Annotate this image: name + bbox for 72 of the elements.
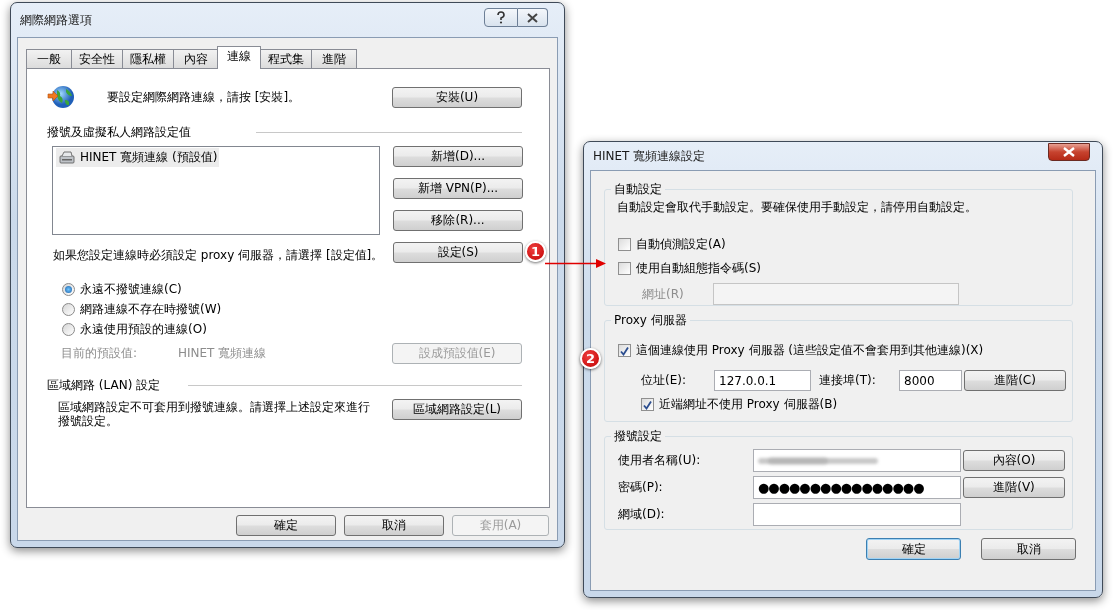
dialog-button[interactable]: 確定 [236,515,336,536]
radio-button[interactable] [62,283,75,296]
tab[interactable]: 程式集 [260,49,312,68]
dialog-button[interactable]: 取消 [344,515,444,536]
window-title: 網際網路選項 [20,11,92,29]
tab[interactable]: 進階 [311,49,357,68]
dialup-button[interactable]: 新增 VPN(P)... [393,178,523,199]
checkbox[interactable] [618,344,631,357]
auto-note: 自動設定會取代手動設定。要確保使用手動設定，請停用自動設定。 [617,199,978,216]
checkbox[interactable] [618,238,631,251]
advanced-button[interactable]: 進階(C) [964,370,1066,391]
lan-settings-button[interactable]: 區域網路設定(L) [392,399,522,420]
tab[interactable]: 內容 [173,49,219,68]
radio-label: 網路連線不存在時撥號(W) [80,301,222,318]
field-label: 密碼(P): [618,479,664,496]
section-heading: 區域網路 (LAN) 設定 [47,376,161,394]
default-label: 目前的預設值: [61,344,139,362]
close-button[interactable] [518,8,548,27]
globe-arrow-icon [47,84,75,110]
checkbox-label: 這個連線使用 Proxy 伺服器 (這些設定值不會套用到其他連線)(X) [636,342,984,359]
close-button[interactable] [1048,143,1090,161]
group-title: 自動設定 [613,181,663,198]
setup-text: 要設定網際網路連線，請按 [安裝]。 [107,88,302,106]
field-label: 網域(D): [618,506,666,523]
checkbox[interactable] [618,262,631,275]
group-title: 撥號設定 [613,428,663,445]
dialog-button[interactable]: 確定 [866,538,961,560]
address-field[interactable]: 127.0.0.1 [714,370,811,391]
field-label: 網址(R) [642,285,685,303]
help-icon [495,11,507,24]
field-label: 使用者名稱(U): [618,452,702,469]
domain-field[interactable] [753,503,961,526]
group-title: Proxy 伺服器 [613,312,688,329]
section-heading: 撥號及虛擬私人網路設定值 [47,123,191,141]
port-field[interactable]: 8000 [899,370,962,391]
lan-note: 區域網路設定不可套用到撥號連線。請選擇上述設定來進行撥號設定。 [58,400,371,428]
proxy-note: 如果您設定連線時必須設定 proxy 伺服器，請選擇 [設定值]。 [53,247,380,264]
list-item[interactable]: HINET 寬頻連線 (預設值) [56,148,220,167]
checkbox-label: 近端網址不使用 Proxy 伺服器(B) [659,396,838,413]
field-label: 位址(E): [641,372,687,389]
callout-badge: 1 [525,241,546,262]
setup-button[interactable]: 安裝(U) [392,86,522,108]
callout-badge: 2 [580,348,601,369]
modem-icon [58,150,76,165]
dialup-button[interactable]: 內容(O) [963,450,1065,471]
checkbox[interactable] [641,398,654,411]
username-field[interactable] [753,449,961,472]
window-title: HINET 寬頻連線設定 [593,147,706,165]
dialup-button[interactable]: 新增(D)... [393,146,523,167]
checkmark-icon [619,345,630,356]
dialup-button[interactable]: 進階(V) [963,477,1065,498]
radio-label: 永遠不撥號連線(C) [80,281,182,298]
radio-button[interactable] [62,303,75,316]
radio-button[interactable] [62,323,75,336]
password-field[interactable]: ●●●●●●●●●●●●●●●● [753,476,961,499]
dialog-button[interactable]: 取消 [981,538,1076,560]
close-icon [527,12,538,23]
checkbox-label: 使用自動組態指令碼(S) [636,260,761,277]
tab[interactable]: 安全性 [71,49,123,68]
default-value: HINET 寬頻連線 [178,344,268,362]
dialup-button[interactable]: 移除(R)... [393,210,523,231]
close-icon [1063,147,1075,157]
help-button[interactable] [484,8,518,27]
field-label: 連接埠(T): [819,372,877,389]
checkbox-label: 自動偵測設定(A) [636,236,726,253]
tab[interactable]: 隱私權 [122,49,174,68]
tab[interactable]: 一般 [26,49,72,68]
settings-button[interactable]: 設定(S) [393,242,523,263]
callout-arrow [545,259,606,268]
checkmark-icon [642,399,653,410]
tab[interactable]: 連線 [217,46,261,69]
radio-label: 永遠使用預設的連線(O) [80,321,207,338]
